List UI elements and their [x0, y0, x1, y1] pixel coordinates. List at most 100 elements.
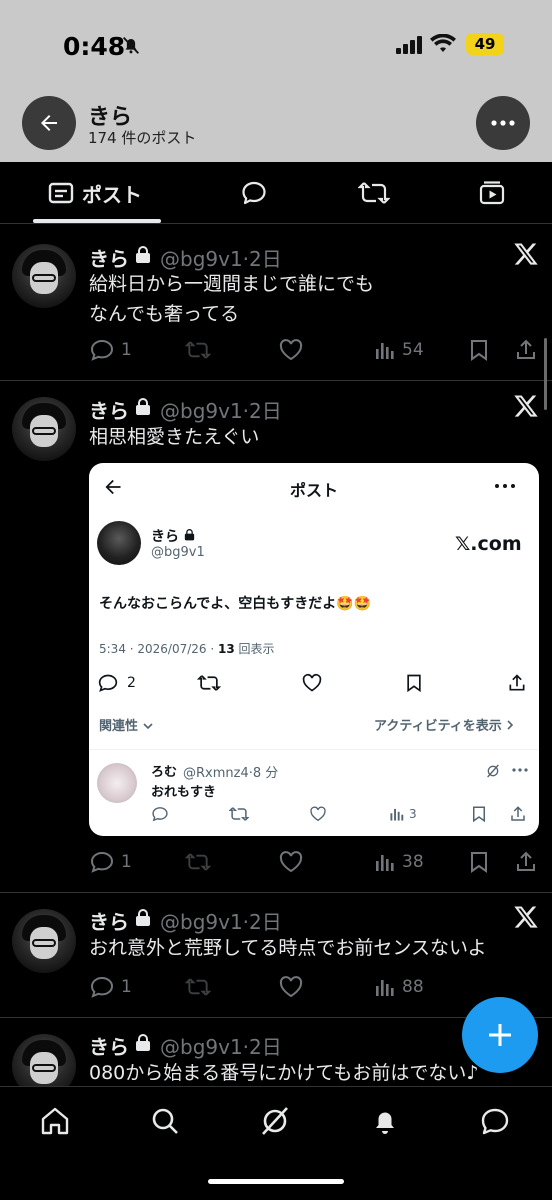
reply-icon: [98, 674, 118, 692]
post-count: 174 件のポスト: [88, 129, 197, 147]
avatar[interactable]: [12, 397, 76, 461]
reply-button[interactable]: 1: [89, 848, 132, 876]
tab-media[interactable]: [470, 162, 514, 224]
status-bar: 0:48 49: [0, 0, 552, 90]
lock-icon: [136, 398, 150, 415]
embedded-repost: [197, 671, 221, 695]
post-text-line: 相思相愛きたえぐい: [89, 426, 260, 448]
post-text-line: なんでも奢ってる: [89, 303, 240, 325]
x-logo-icon: [514, 395, 538, 417]
embedded-view-activity: アクティビティを表示: [374, 715, 514, 734]
posts-icon: [48, 182, 74, 204]
reply-button[interactable]: 1: [89, 336, 132, 364]
views-icon: [390, 808, 404, 821]
scrollbar[interactable]: [544, 338, 547, 410]
more-options-button[interactable]: [476, 96, 530, 150]
post-handle[interactable]: @bg9v1·2日: [160, 395, 282, 424]
reply-count: 1: [121, 340, 132, 360]
embedded-screenshot[interactable]: ポスト きら @bg9v1 𝕏.com そんなおこらんでよ、空白もすきだよ🤩🤩 …: [89, 463, 539, 836]
share-button[interactable]: [514, 848, 538, 876]
share-icon: [509, 674, 525, 691]
embedded-actions: 2: [89, 671, 539, 695]
like-button[interactable]: [278, 336, 304, 364]
bookmark-button[interactable]: [469, 848, 489, 876]
ellipsis-icon: [491, 120, 515, 126]
nav-grok[interactable]: [255, 1101, 295, 1141]
avatar[interactable]: [12, 909, 76, 973]
embedded-reply-views: 3: [389, 805, 417, 823]
post-item[interactable]: きら @bg9v1·2日 給料日から一週間まじで誰にでも なんでも奢ってる 1 …: [0, 224, 552, 381]
embedded-share: [507, 671, 527, 695]
embedded-timestamp: 5:34 · 2026/07/26 ·: [99, 642, 218, 656]
grok-icon: [487, 764, 499, 778]
view-count: 38: [402, 852, 424, 872]
nav-search[interactable]: [145, 1101, 185, 1141]
post-actions: 1 88: [89, 973, 539, 1001]
post-author-name[interactable]: きら: [89, 906, 129, 935]
heart-icon: [310, 806, 326, 822]
bookmark-icon: [471, 852, 487, 873]
tab-replies[interactable]: [232, 162, 276, 224]
lock-icon: [184, 529, 195, 541]
embedded-reply-view-count: 3: [409, 807, 417, 821]
home-indicator: [208, 1179, 344, 1184]
nav-home[interactable]: [35, 1101, 75, 1141]
post-handle[interactable]: @bg9v1·2日: [160, 1031, 282, 1060]
arrow-left-icon: [41, 115, 57, 131]
reply-count: 1: [121, 977, 132, 997]
post-handle[interactable]: @bg9v1·2日: [160, 906, 282, 935]
post-author-name[interactable]: きら: [89, 243, 129, 272]
back-button[interactable]: [22, 96, 76, 150]
embedded-meta: 5:34 · 2026/07/26 · 13 回表示: [99, 640, 275, 657]
divider: [89, 749, 539, 750]
reply-button[interactable]: 1: [89, 973, 132, 1001]
embedded-reply-text: おれもすき: [151, 785, 217, 800]
bell-icon: [376, 1112, 394, 1134]
profile-header: 0:48 49 きら 174 件のポスト: [0, 0, 552, 162]
share-button[interactable]: [514, 336, 538, 364]
embedded-reply: 2: [97, 671, 136, 695]
post-text-line: おれ意外と荒野してる時点でお前センスないよ: [89, 937, 487, 959]
post-handle[interactable]: @bg9v1·2日: [160, 243, 282, 272]
x-com-logo: 𝕏.com: [455, 533, 522, 555]
lock-icon: [136, 909, 150, 926]
status-time: 0:48: [63, 32, 126, 61]
reply-icon: [90, 851, 114, 873]
heart-icon: [279, 339, 303, 361]
tab-posts[interactable]: ポスト: [40, 162, 150, 224]
post-actions: 1 38: [89, 848, 539, 876]
post-text: 給料日から一週間まじで誰にでも なんでも奢ってる: [89, 269, 529, 329]
view-count: 88: [402, 977, 424, 997]
share-icon: [511, 806, 525, 821]
tab-reposts[interactable]: [352, 162, 396, 224]
embedded-title: ポスト: [289, 481, 338, 500]
post-item[interactable]: きら @bg9v1·2日 おれ意外と荒野してる時点でお前センスないよ 1 88: [0, 893, 552, 1018]
like-button[interactable]: [278, 973, 304, 1001]
ellipsis-icon: [512, 768, 528, 772]
post-text-line: 給料日から一週間まじで誰にでも: [89, 273, 375, 295]
compose-post-button[interactable]: [462, 997, 538, 1073]
views-button[interactable]: 54: [374, 336, 424, 364]
nav-notifications[interactable]: [365, 1101, 405, 1141]
cellular-signal-icon: [396, 36, 422, 54]
embedded-reply-handle: @Rxmnz4·8 分: [183, 766, 279, 781]
repost-icon: [185, 978, 211, 996]
embedded-text: そんなおこらんでよ、空白もすきだよ🤩🤩: [99, 596, 372, 612]
bookmark-icon: [407, 674, 421, 693]
post-author-name[interactable]: きら: [89, 395, 129, 424]
repost-button[interactable]: [185, 336, 211, 364]
repost-button[interactable]: [185, 848, 211, 876]
embedded-reply-name: ろむ: [151, 765, 178, 780]
chat-icon: [481, 1108, 509, 1135]
bookmark-icon: [471, 340, 487, 361]
views-button[interactable]: 88: [374, 973, 424, 1001]
avatar[interactable]: [12, 244, 76, 308]
nav-messages[interactable]: [475, 1101, 515, 1141]
bookmark-button[interactable]: [469, 336, 489, 364]
x-logo-icon: [514, 906, 538, 928]
post-author-name[interactable]: きら: [89, 1031, 129, 1060]
views-button[interactable]: 38: [374, 848, 424, 876]
avatar[interactable]: [12, 1034, 76, 1086]
like-button[interactable]: [278, 848, 304, 876]
repost-button[interactable]: [185, 973, 211, 1001]
